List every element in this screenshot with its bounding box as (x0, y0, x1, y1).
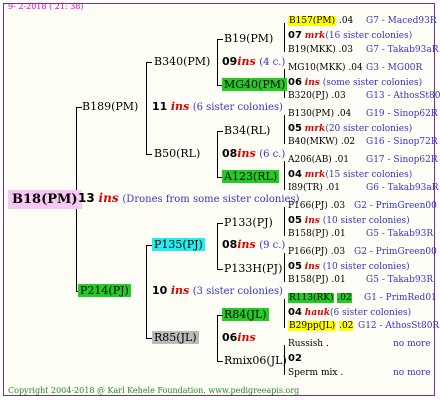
gen1-info-1: 10 ins (3 sister colonies) (152, 284, 283, 297)
gen4-bot-line-3: G6 - Takab93aR (366, 183, 439, 193)
gen2-info-2: 08ins (9 c.) (222, 238, 286, 251)
gen3-node-5: P133H(PJ) (224, 262, 283, 275)
gen4-top-0: B157(PM) .04 (288, 16, 354, 26)
gen3-node-7: Rmix06(JL) (224, 354, 287, 367)
gen2-node-2: P135(PJ) (152, 238, 205, 251)
root-ins: ins (98, 191, 119, 205)
root-num: 13 (78, 191, 95, 205)
gen4-mid-4: 05 ins (10 sister colonies) (288, 215, 410, 226)
connector (217, 39, 218, 85)
gen4-top-line-0: G7 - Maced93R (366, 16, 437, 26)
gen4-bot-line-1: G13 - AthosSt80R (366, 91, 440, 101)
gen4-mid-0: 07 mrk(16 sister colonies) (288, 30, 413, 41)
gen4-bot-7: Sperm mix . (288, 368, 344, 378)
connector (284, 299, 285, 328)
gen4-bot-line-7: no more (393, 368, 431, 378)
gen4-mid-5: 05 ins (10 sister colonies) (288, 261, 410, 272)
gen4-top-5: P166(PJ) .03 (288, 247, 346, 257)
gen4-mid-3: 04 mrk(15 sister colonies) (288, 169, 413, 180)
gen4-bot-1: B320(PJ) .03 (288, 91, 346, 101)
gen4-bot-line-6: G12 - AthosSt80R (358, 321, 440, 331)
gen4-top-line-4: G2 - PrimGreen00 (354, 201, 437, 211)
connector (146, 62, 147, 154)
connector (284, 207, 285, 236)
gen2-node-0: B340(PM) (154, 55, 211, 68)
gen2-info-0: 09ins (4 c.) (222, 55, 286, 68)
gen1-info-0: 11 ins (6 sister colonies) (152, 100, 283, 113)
connector (217, 223, 218, 269)
gen3-node-3: A123(RL) (222, 170, 280, 183)
gen4-mid-2: 05 mrk(20 sister colonies) (288, 123, 413, 134)
gen2-info-1: 08ins (6 c.) (222, 147, 286, 160)
gen4-bot-line-4: G5 - Takab93R (366, 229, 434, 239)
gen1-node-0: B189(PM) (82, 100, 139, 113)
footer-copyright: Copyright 2004-2018 @ Karl Kehele Founda… (8, 386, 300, 395)
gen4-top-line-6: G1 - PrimRed01 (364, 293, 437, 303)
gen4-bot-line-5: G5 - Takab93R (366, 275, 434, 285)
gen4-bot-5: B158(PJ) .01 (288, 275, 346, 285)
gen2-info-3: 06ins (222, 331, 256, 344)
gen4-top-line-5: G2 - PrimGreen00 (354, 247, 437, 257)
connector (146, 245, 147, 338)
gen3-node-1: MG40(PM) (222, 78, 288, 91)
gen4-top-2: B130(PM) .04 (288, 109, 352, 119)
root-node: B18(PM) (8, 190, 82, 209)
gen4-bot-3: I89(TR) .01 (288, 183, 341, 193)
connector (284, 23, 285, 52)
gen2-node-3: R85(JL) (152, 331, 199, 344)
gen4-top-3: A206(AB) .01 (288, 155, 350, 165)
footer-link[interactable]: www.pedigreeapis.org (208, 386, 299, 395)
date-label: 9- 2-2018 ( 21: 38) (8, 2, 84, 11)
gen4-top-line-1: G3 - MG00R (366, 63, 423, 73)
gen4-mid-6: 04 hauk(6 sister colonies) (288, 307, 412, 318)
gen4-bot-4: B158(PJ) .01 (288, 229, 346, 239)
gen4-top-4: P166(PJ) .03 (288, 201, 346, 211)
gen3-node-6: R84(JL) (222, 308, 269, 321)
gen2-node-1: B50(RL) (154, 147, 201, 160)
connector (217, 131, 218, 177)
connector (284, 115, 285, 144)
gen4-bot-0: B19(MKK) .03 (288, 45, 353, 55)
gen3-node-0: B19(PM) (224, 32, 274, 45)
gen4-bot-6: B29pp(JL) .02 (288, 321, 354, 331)
gen4-top-6: R113(RK) .02 (288, 293, 352, 303)
gen4-top-7: Russish . (288, 339, 329, 349)
gen3-node-4: P133(PJ) (224, 216, 273, 229)
gen4-mid-7: 02 (288, 353, 302, 364)
gen4-bot-line-2: G16 - Sinop72R (366, 137, 438, 147)
gen4-mid-1: 06 ins (some sister colonies) (288, 77, 423, 88)
gen4-top-line-7: no more (393, 339, 431, 349)
gen4-bot-line-0: G7 - Takab93aR (366, 45, 439, 55)
gen3-node-2: B34(RL) (224, 124, 271, 137)
gen1-node-1: P214(PJ) (78, 284, 131, 297)
connector (217, 315, 218, 361)
connector (284, 161, 285, 190)
gen4-top-line-2: G19 - Sinop62R (366, 109, 438, 119)
gen4-top-1: MG10(MKK) .04 (288, 63, 363, 73)
gen4-top-line-3: G17 - Sinop62R (366, 155, 438, 165)
gen4-bot-2: B40(MKW) .02 (288, 137, 356, 147)
root-note: (Drones from some sister colonies) (122, 194, 300, 205)
root-info: 13 ins (Drones from some sister colonies… (76, 191, 301, 206)
